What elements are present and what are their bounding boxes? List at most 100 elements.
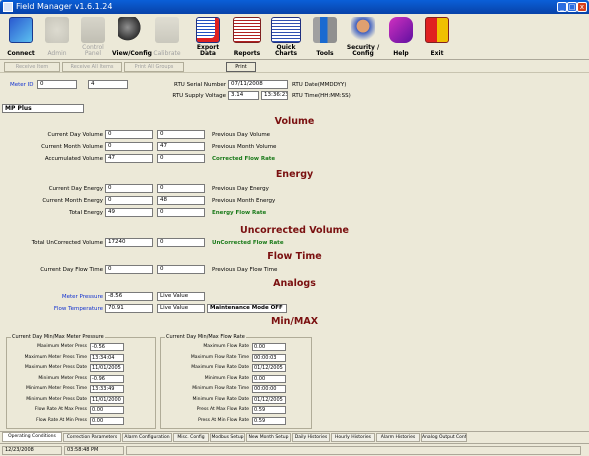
minmax-right-label: Maximum Flow Rate [203, 344, 249, 349]
volume-row-current-field[interactable]: 47 [105, 154, 153, 163]
tab-alarm-configuration[interactable]: Alarm Configuration [122, 433, 172, 442]
minmax-right-value[interactable]: 0.00 [252, 374, 286, 383]
tab-analog-output-config[interactable]: Analog Output Config [421, 433, 467, 442]
volume-row-previous-field[interactable]: 47 [157, 142, 205, 151]
security-config-button[interactable]: Security / Config [343, 16, 383, 58]
meter-id-secondary-field[interactable]: 4 [88, 80, 128, 89]
close-button[interactable]: x [577, 2, 587, 12]
volume-row-right-label: Corrected Flow Rate [212, 156, 276, 162]
minmax-left-value[interactable]: 13:33:49 [90, 385, 124, 393]
minmax-left-label: Minimum Meter Press [38, 375, 87, 381]
tab-correction-parameters[interactable]: Correction Parameters [63, 433, 121, 442]
meter-id-field[interactable]: 0 [37, 80, 77, 89]
uncorrected-volume-field[interactable]: 17240 [105, 238, 153, 247]
energy-row-current-field[interactable]: 0 [105, 184, 153, 193]
minmax-right-label: Minimum Flow Rate Time [192, 386, 249, 391]
minmax-right-label: Press At Min Flow Rate [198, 417, 249, 423]
volume-row-previous-field[interactable]: 0 [157, 154, 205, 163]
minmax-right-label: Maximum Flow Rate Time [190, 354, 249, 360]
minmax-right-value[interactable]: 0.59 [252, 406, 286, 414]
energy-row-previous-field[interactable]: 0 [157, 208, 205, 217]
minmax-left-label: Minimum Meter Press Date [26, 396, 87, 402]
minimize-button[interactable]: _ [557, 2, 567, 12]
volume-row-current-field[interactable]: 0 [105, 130, 153, 139]
minmax-left-value[interactable]: 11/01/2005 [90, 364, 124, 372]
help-button[interactable]: Help [384, 16, 418, 58]
meter-pressure-field[interactable]: -8.56 [105, 292, 153, 301]
connect-button[interactable]: Connect [4, 16, 38, 58]
minmax-right-value[interactable]: 0.00 [252, 343, 286, 351]
minmax-right-value[interactable]: 0.59 [252, 416, 286, 425]
rtu-time-label: RTU Time(HH:MM:SS) [292, 93, 351, 99]
volume-row-current-field[interactable]: 0 [105, 142, 153, 151]
exit-button[interactable]: Exit [420, 16, 454, 58]
minmax-right-value[interactable]: 01/12/2005 [252, 395, 286, 404]
security-config-icon [351, 17, 375, 43]
energy-row-right-label: Previous Month Energy [212, 198, 276, 204]
energy-row-label: Current Day Energy [48, 186, 103, 192]
app-icon [3, 2, 13, 12]
quick-charts-button[interactable]: Quick Charts [266, 16, 306, 58]
rtu-supply-voltage-field[interactable]: 3.14 [228, 91, 259, 100]
energy-row-current-field[interactable]: 0 [105, 196, 153, 205]
flow-temperature-mode[interactable]: Live Value [157, 304, 205, 313]
meter-id-label: Meter ID [10, 82, 34, 88]
reports-button[interactable]: Reports [228, 16, 266, 58]
energy-section-title: Energy [275, 169, 314, 180]
rtu-time-field[interactable]: 13:36:23 [261, 91, 288, 100]
view-config-button[interactable]: View/Config [112, 16, 152, 58]
minmax-left-value[interactable]: 13:34:04 [90, 353, 124, 362]
minmax-right-label: Minimum Flow Rate Date [192, 396, 250, 402]
tab-new-month-setup[interactable]: New Month Setup [246, 433, 291, 442]
control-panel-button[interactable]: Control Panel [76, 16, 110, 58]
minmax-left-value[interactable]: -0.56 [90, 343, 124, 351]
flow-temperature-field[interactable]: 70.91 [105, 304, 153, 313]
energy-row-previous-field[interactable]: 48 [157, 196, 205, 205]
control-panel-icon [81, 17, 105, 43]
print-all-groups-button[interactable]: Print All Groups [124, 62, 184, 72]
tab-misc-config[interactable]: Misc. Config [173, 433, 209, 442]
minmax-right-value[interactable]: 00:00:03 [252, 353, 286, 362]
maintenance-mode-status: Maintenance Mode OFF [207, 304, 287, 313]
export-data-button[interactable]: Export Data [190, 16, 226, 58]
tab-daily-histories[interactable]: Daily Histories [292, 433, 330, 442]
energy-row-previous-field[interactable]: 0 [157, 184, 205, 193]
minmax-left-value[interactable]: -0.96 [90, 374, 124, 383]
tab-hourly-histories[interactable]: Hourly Histories [331, 433, 375, 442]
uncorrected-flow-rate-field[interactable]: 0 [157, 238, 205, 247]
admin-button[interactable]: Admin [40, 16, 74, 58]
status-date: 12/23/2008 [2, 446, 62, 455]
receive-item-button[interactable]: Receive Item [4, 62, 60, 72]
meter-pressure-minmax-group: Current Day Min/Max Meter Pressure Maxim… [6, 334, 156, 429]
volume-row-previous-field[interactable]: 0 [157, 130, 205, 139]
calibrate-button[interactable]: Calibrate [150, 16, 184, 58]
tools-button[interactable]: Tools [308, 16, 342, 58]
previous-day-flow-time-field[interactable]: 0 [157, 265, 205, 274]
flow-rate-minmax-title: Current Day Min/Max Flow Rate [165, 334, 246, 340]
minmax-left-value[interactable]: 0.00 [90, 406, 124, 414]
rtu-serial-field[interactable]: 07/11/2008 [228, 80, 288, 89]
toolbar: Connect Admin Control Panel View/Config … [0, 14, 589, 60]
receive-all-button[interactable]: Receive All Items [62, 62, 122, 72]
tab-alarm-histories[interactable]: Alarm Histories [376, 433, 420, 442]
minmax-right-value[interactable]: 01/12/2005 [252, 364, 286, 372]
print-button[interactable]: Print [226, 62, 256, 72]
volume-row-label: Current Day Volume [47, 132, 103, 138]
minmax-left-value[interactable]: 11/01/2000 [90, 395, 124, 404]
current-day-flow-time-field[interactable]: 0 [105, 265, 153, 274]
minmax-right-value[interactable]: 00:00:00 [252, 385, 286, 393]
energy-row-current-field[interactable]: 49 [105, 208, 153, 217]
tab-modbus-setup[interactable]: Modbus Setup [210, 433, 245, 442]
energy-row-label: Current Month Energy [42, 198, 103, 204]
meter-pressure-mode[interactable]: Live Value [157, 292, 205, 301]
minmax-left-value[interactable]: 0.00 [90, 416, 124, 425]
exit-icon [425, 17, 449, 43]
rtu-date-label: RTU Date(MMDDYY) [292, 82, 347, 88]
meter-pressure-minmax-title: Current Day Min/Max Meter Pressure [11, 334, 105, 340]
maximize-button[interactable]: □ [567, 2, 577, 12]
tab-operating-conditions[interactable]: Operating Conditions [2, 432, 62, 442]
status-panel [126, 446, 581, 455]
meter-type-field[interactable]: MP Plus [2, 104, 84, 113]
status-time: 03:58:48 PM [64, 446, 124, 455]
previous-day-flow-time-label: Previous Day Flow Time [212, 267, 278, 273]
